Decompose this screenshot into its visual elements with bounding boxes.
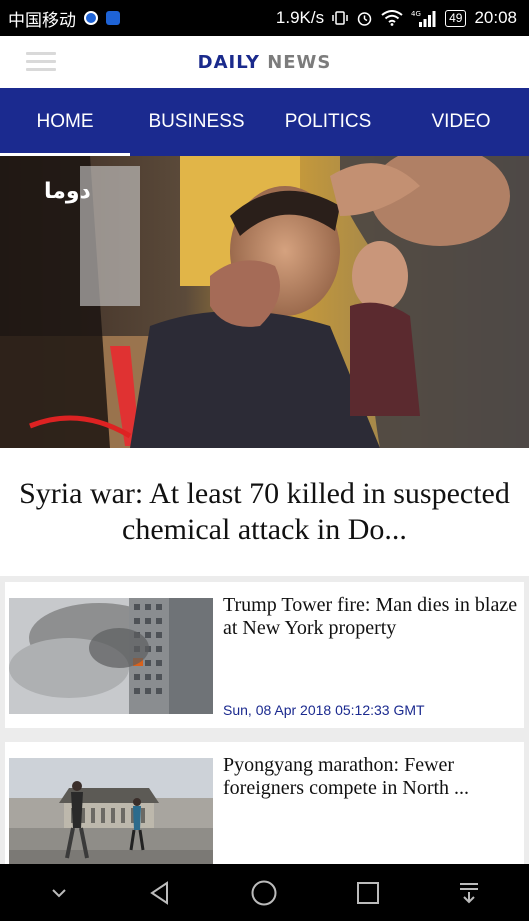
recents-icon[interactable] xyxy=(356,881,380,905)
app-logo: DAILY NEWS xyxy=(198,52,332,73)
clock: 20:08 xyxy=(474,8,517,27)
hero-headline-card[interactable]: Syria war: At least 70 killed in suspect… xyxy=(0,448,529,576)
wifi-icon xyxy=(381,10,403,26)
chevron-down-icon[interactable] xyxy=(49,886,69,900)
app-notification-icon xyxy=(106,11,120,25)
alarm-icon xyxy=(356,10,373,27)
article-card[interactable]: Pyongyang marathon: Fewer foreigners com… xyxy=(5,742,524,864)
section-tabs: HOME BUSINESS POLITICS VIDEO xyxy=(0,88,529,156)
hero-image[interactable]: دوما xyxy=(0,156,529,448)
network-type-label: 4G xyxy=(411,10,421,18)
hero-headline: Syria war: At least 70 killed in suspect… xyxy=(19,477,510,546)
article-card[interactable]: Trump Tower fire: Man dies in blaze at N… xyxy=(5,582,524,728)
battery-icon: 49 xyxy=(445,9,467,27)
article-thumbnail xyxy=(9,758,213,864)
tab-home[interactable]: HOME xyxy=(0,88,130,156)
app-header: DAILY NEWS xyxy=(0,36,529,88)
status-bar: 中国移动 1.9K/s 4G 49 20:08 xyxy=(0,0,529,36)
tab-business[interactable]: BUSINESS xyxy=(130,88,263,156)
notification-pull-icon[interactable] xyxy=(458,881,480,905)
tab-video[interactable]: VIDEO xyxy=(393,88,529,156)
carrier-label: 中国移动 xyxy=(8,10,76,30)
tab-politics[interactable]: POLITICS xyxy=(263,88,393,156)
menu-icon[interactable] xyxy=(26,52,56,72)
article-title: Pyongyang marathon: Fewer foreigners com… xyxy=(223,754,470,799)
vibrate-icon xyxy=(332,10,348,26)
notification-icon xyxy=(84,11,98,25)
article-thumbnail xyxy=(9,598,213,714)
network-speed: 1.9K/s xyxy=(275,8,325,27)
hero-watermark: دوما xyxy=(44,179,91,204)
logo-news: NEWS xyxy=(267,51,332,73)
home-icon[interactable] xyxy=(250,879,278,907)
system-navigation-bar xyxy=(0,864,529,921)
signal-icon: 4G xyxy=(411,9,437,27)
article-title: Trump Tower fire: Man dies in blaze at N… xyxy=(223,594,518,639)
back-icon[interactable] xyxy=(147,880,173,906)
article-date: Sun, 08 Apr 2018 05:12:33 GMT xyxy=(223,702,425,718)
logo-daily: DAILY xyxy=(197,51,260,73)
